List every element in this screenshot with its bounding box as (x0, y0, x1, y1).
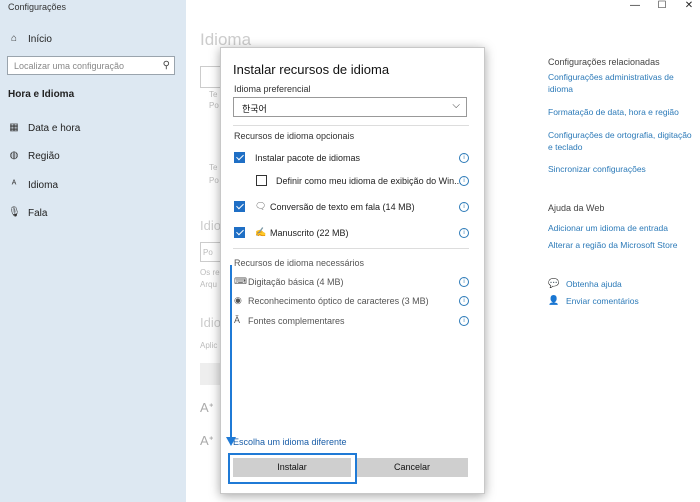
selected-language: 한국어 (242, 104, 267, 114)
option-row: ✍ Manuscrito (22 MB) i (233, 225, 469, 241)
feedback-icon: 👤 (548, 295, 560, 305)
bg-fragment: Aplic (200, 341, 218, 350)
install-language-dialog: Instalar recursos de idioma Idioma prefe… (220, 47, 485, 494)
maximize-icon[interactable]: ☐ (655, 0, 669, 11)
required-label: Fontes complementares (248, 316, 345, 326)
info-icon[interactable]: i (459, 202, 469, 212)
arrow-line (230, 265, 232, 440)
sidebar-item-label: Idioma (28, 179, 59, 191)
sidebar-item-language[interactable]: ᴬ Idioma (8, 179, 58, 191)
required-row: ⌨ Digitação básica (4 MB) i (233, 274, 469, 290)
search-input[interactable]: Localizar uma configuração ⚲ (7, 56, 175, 75)
display-language-checkbox[interactable] (256, 175, 267, 186)
required-row: ◉ Reconhecimento óptico de caracteres (3… (233, 293, 469, 309)
language-icon: ᴬ (11, 179, 17, 190)
highlight-box (228, 453, 357, 484)
sidebar-item-label: Região (28, 150, 60, 162)
eye-icon: ◉ (234, 295, 242, 305)
divider (233, 125, 469, 126)
bg-fragment: Te (209, 163, 218, 172)
chevron-down-icon: ⌵ (452, 100, 460, 111)
calendar-icon: ▦ (9, 122, 19, 133)
info-icon[interactable]: i (459, 277, 469, 287)
option-label: Definir como meu idioma de exibição do W… (276, 176, 462, 186)
close-icon[interactable]: ✕ (682, 0, 696, 11)
search-icon: ⚲ (162, 60, 170, 71)
bg-fragment: Po (209, 176, 219, 185)
divider (233, 248, 469, 249)
info-icon[interactable]: i (459, 153, 469, 163)
help-link[interactable]: Alterar a região da Microsoft Store (548, 239, 698, 251)
arrow-head-icon (226, 437, 236, 446)
sidebar: Configurações ⌂ Início Localizar uma con… (0, 0, 186, 502)
required-row: Ᾰ Fontes complementares i (233, 313, 469, 329)
bg-fragment: Idio (200, 218, 221, 233)
sidebar-item-label: Fala (28, 207, 48, 219)
install-pack-checkbox[interactable] (234, 152, 245, 163)
globe-icon: ◍ (9, 150, 19, 161)
pen-icon: ✍ (255, 227, 267, 237)
font-icon: Ᾰ (234, 315, 241, 325)
required-heading: Recursos de idioma necessários (234, 258, 365, 268)
language-glyph-icon: Aᐩ (200, 433, 214, 448)
home-icon: ⌂ (10, 33, 18, 44)
related-heading: Configurações relacionadas (548, 57, 660, 67)
microphone-icon: 🎙 (8, 207, 21, 218)
dialog-title: Instalar recursos de idioma (233, 62, 390, 77)
sidebar-item-region[interactable]: ◍ Região (8, 150, 60, 162)
speech-icon: 🗨 (255, 201, 267, 211)
language-glyph-icon: Aᐩ (200, 400, 214, 415)
sidebar-item-date-time[interactable]: ▦ Data e hora (8, 122, 80, 134)
required-label: Digitação básica (4 MB) (248, 277, 344, 287)
sidebar-item-label: Início (28, 33, 52, 45)
bg-fragment: Po (209, 101, 219, 110)
sidebar-item-home[interactable]: ⌂ Início (8, 33, 52, 45)
preferred-language-select[interactable]: 한국어 ⌵ (233, 97, 467, 117)
bg-fragment: Idio (200, 315, 221, 330)
related-link[interactable]: Formatação de data, hora e região (548, 106, 698, 118)
optional-heading: Recursos de idioma opcionais (234, 131, 355, 141)
info-icon[interactable]: i (459, 176, 469, 186)
add-language-icon (200, 363, 222, 385)
sidebar-item-label: Data e hora (28, 122, 81, 134)
option-row: 🗨 Conversão de texto em fala (14 MB) i (233, 199, 469, 215)
keyboard-icon: ⌨ (234, 276, 247, 286)
option-row: Definir como meu idioma de exibição do W… (233, 173, 469, 189)
section-title: Hora e Idioma (8, 89, 75, 100)
search-placeholder: Localizar uma configuração (14, 61, 125, 71)
option-label: Manuscrito (22 MB) (270, 228, 349, 238)
bg-fragment: Os re (200, 268, 220, 277)
help-heading: Ajuda da Web (548, 203, 605, 213)
feedback-link[interactable]: Enviar comentários (566, 296, 639, 306)
bg-fragment: Te (209, 90, 218, 99)
info-icon[interactable]: i (459, 296, 469, 306)
info-icon[interactable]: i (459, 228, 469, 238)
option-label: Conversão de texto em fala (14 MB) (270, 202, 415, 212)
related-link[interactable]: Configurações de ortografia, digitação e… (548, 129, 698, 153)
bg-fragment: Arqu (200, 280, 217, 289)
option-label: Instalar pacote de idiomas (255, 153, 361, 163)
cancel-button[interactable]: Cancelar (356, 458, 468, 477)
related-link[interactable]: Sincronizar configurações (548, 163, 698, 175)
option-row: Instalar pacote de idiomas i (233, 150, 469, 166)
preferred-language-label: Idioma preferencial (234, 84, 311, 94)
minimize-icon[interactable]: — (628, 0, 642, 11)
sidebar-item-speech[interactable]: 🎙 Fala (8, 207, 47, 219)
help-icon: 💬 (548, 278, 560, 288)
handwriting-checkbox[interactable] (234, 227, 245, 238)
related-link[interactable]: Configurações administrativas de idioma (548, 71, 698, 95)
info-icon[interactable]: i (459, 316, 469, 326)
get-help-link[interactable]: Obtenha ajuda (566, 279, 622, 289)
text-to-speech-checkbox[interactable] (234, 201, 245, 212)
window-title: Configurações (8, 2, 67, 12)
required-label: Reconhecimento óptico de caracteres (3 M… (248, 296, 429, 306)
help-link[interactable]: Adicionar um idioma de entrada (548, 222, 698, 234)
bg-fragment: Po (203, 248, 213, 257)
language-tile (200, 66, 221, 88)
choose-language-link[interactable]: Escolha um idioma diferente (233, 437, 347, 447)
